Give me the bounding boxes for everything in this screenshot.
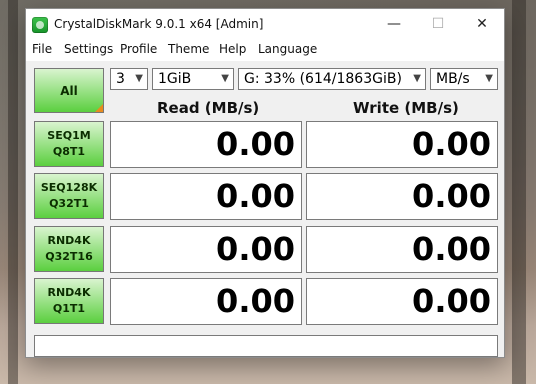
read-header: Read (MB/s) bbox=[157, 99, 260, 117]
read-value-rnd4k-q32t16: 0.00 bbox=[110, 226, 302, 273]
test-button-rnd4k-q32t16[interactable]: RND4K Q32T16 bbox=[34, 226, 104, 272]
test-name: SEQ128K bbox=[40, 181, 98, 194]
status-bar bbox=[34, 335, 498, 357]
chevron-down-icon: ▼ bbox=[413, 73, 421, 84]
test-params: Q1T1 bbox=[52, 302, 86, 315]
unit-value: MB/s bbox=[436, 71, 470, 87]
read-value-seq1m: 0.00 bbox=[110, 121, 302, 168]
background-tree-right bbox=[512, 0, 526, 384]
all-tests-button[interactable]: All bbox=[34, 68, 104, 113]
test-params: Q32T1 bbox=[49, 197, 89, 210]
window-title: CrystalDiskMark 9.0.1 x64 [Admin] bbox=[54, 17, 264, 31]
test-size-select[interactable]: 1GiB ▼ bbox=[152, 68, 234, 90]
background-tree-left bbox=[8, 0, 18, 384]
test-count-select[interactable]: 3 ▼ bbox=[110, 68, 148, 90]
unit-select[interactable]: MB/s ▼ bbox=[430, 68, 498, 90]
write-header: Write (MB/s) bbox=[353, 99, 459, 117]
test-name: RND4K bbox=[47, 286, 91, 299]
menu-settings[interactable]: Settings bbox=[64, 42, 113, 56]
test-button-seq128k[interactable]: SEQ128K Q32T1 bbox=[34, 173, 104, 219]
test-name: RND4K bbox=[47, 234, 91, 247]
drive-select[interactable]: G: 33% (614/1863GiB) ▼ bbox=[238, 68, 426, 90]
minimize-button[interactable]: — bbox=[372, 9, 416, 39]
menu-language[interactable]: Language bbox=[258, 42, 317, 56]
test-name: SEQ1M bbox=[47, 129, 91, 142]
menu-bar: File Settings Profile Theme Help Languag… bbox=[26, 39, 504, 61]
maximize-button[interactable]: ☐ bbox=[416, 9, 460, 39]
test-count-value: 3 bbox=[116, 71, 125, 87]
app-icon bbox=[32, 17, 48, 33]
menu-profile[interactable]: Profile bbox=[120, 42, 157, 56]
write-value-seq1m: 0.00 bbox=[306, 121, 498, 168]
test-params: Q32T16 bbox=[45, 250, 93, 263]
main-panel: All 3 ▼ 1GiB ▼ G: 33% (614/1863GiB) ▼ MB… bbox=[26, 61, 504, 357]
read-value-rnd4k-q1t1: 0.00 bbox=[110, 278, 302, 325]
chevron-down-icon: ▼ bbox=[135, 73, 143, 84]
read-value-seq128k: 0.00 bbox=[110, 173, 302, 220]
test-button-seq1m[interactable]: SEQ1M Q8T1 bbox=[34, 121, 104, 167]
test-size-value: 1GiB bbox=[158, 71, 192, 87]
test-button-rnd4k-q1t1[interactable]: RND4K Q1T1 bbox=[34, 278, 104, 324]
title-bar[interactable]: CrystalDiskMark 9.0.1 x64 [Admin] — ☐ ✕ bbox=[26, 9, 504, 39]
chevron-down-icon: ▼ bbox=[221, 73, 229, 84]
drive-value: G: 33% (614/1863GiB) bbox=[244, 71, 402, 87]
menu-help[interactable]: Help bbox=[219, 42, 246, 56]
app-window: CrystalDiskMark 9.0.1 x64 [Admin] — ☐ ✕ … bbox=[25, 8, 505, 358]
write-value-seq128k: 0.00 bbox=[306, 173, 498, 220]
chevron-down-icon: ▼ bbox=[485, 73, 493, 84]
write-value-rnd4k-q1t1: 0.00 bbox=[306, 278, 498, 325]
test-params: Q8T1 bbox=[52, 145, 86, 158]
write-value-rnd4k-q32t16: 0.00 bbox=[306, 226, 498, 273]
menu-file[interactable]: File bbox=[32, 42, 52, 56]
close-button[interactable]: ✕ bbox=[460, 9, 504, 39]
menu-theme[interactable]: Theme bbox=[168, 42, 209, 56]
